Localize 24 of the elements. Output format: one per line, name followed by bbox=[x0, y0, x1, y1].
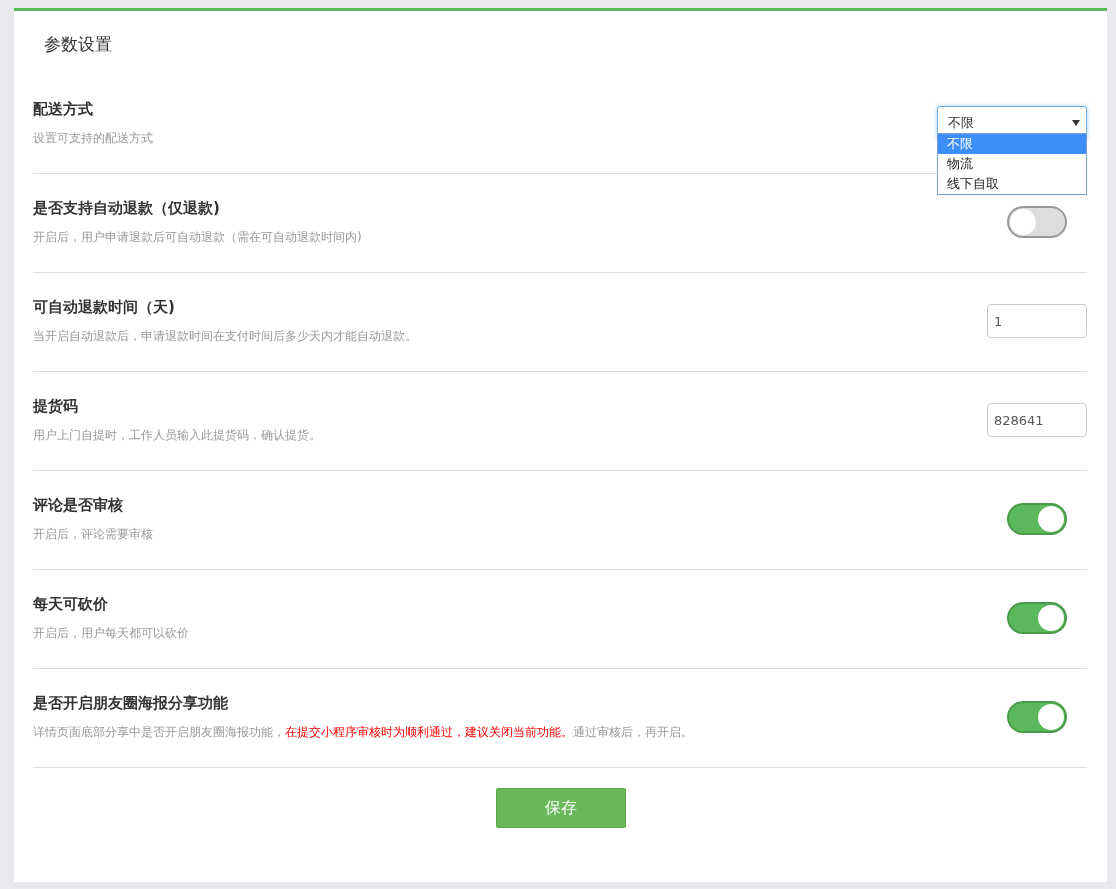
toggle-switch[interactable] bbox=[1007, 206, 1067, 238]
setting-title: 可自动退款时间（天) bbox=[33, 297, 176, 317]
dropdown-option[interactable]: 线下自取 bbox=[938, 174, 1086, 194]
setting-title: 是否支持自动退款（仅退款) bbox=[33, 198, 221, 218]
caret-icon bbox=[1072, 120, 1080, 126]
setting-description: 开启后，评论需要审核 bbox=[33, 526, 154, 543]
setting-title: 是否开启朋友圈海报分享功能 bbox=[33, 693, 229, 713]
setting-title: 配送方式 bbox=[33, 99, 94, 119]
setting-description: 开启后，用户申请退款后可自动退款（需在可自动退款时间内) bbox=[33, 229, 363, 246]
setting-description: 当开启自动退款后，申请退款时间在支付时间后多少天内才能自动退款。 bbox=[33, 328, 418, 345]
setting-description: 开启后，用户每天都可以砍价 bbox=[33, 625, 190, 642]
setting-description: 详情页面底部分享中是否开启朋友圈海报功能，在提交小程序审核时为顺利通过，建议关闭当前功能。通过审核后，再开启。 bbox=[33, 724, 694, 741]
setting-title: 提货码 bbox=[33, 396, 79, 416]
input-field[interactable]: 1 bbox=[987, 304, 1087, 338]
setting-title: 评论是否审核 bbox=[33, 495, 124, 515]
toggle-switch[interactable] bbox=[1007, 602, 1067, 634]
setting-description: 用户上门自提时，工作人员输入此提货码，确认提货。 bbox=[33, 427, 322, 444]
panel-title: 参数设置 bbox=[43, 33, 113, 56]
setting-description: 设置可支持的配送方式 bbox=[33, 130, 154, 147]
toggle-switch[interactable] bbox=[1007, 701, 1067, 733]
input-field[interactable]: 828641 bbox=[987, 403, 1087, 437]
setting-title: 每天可砍价 bbox=[33, 594, 109, 614]
dropdown-option[interactable]: 物流 bbox=[938, 154, 1086, 174]
toggle-switch[interactable] bbox=[1007, 503, 1067, 535]
